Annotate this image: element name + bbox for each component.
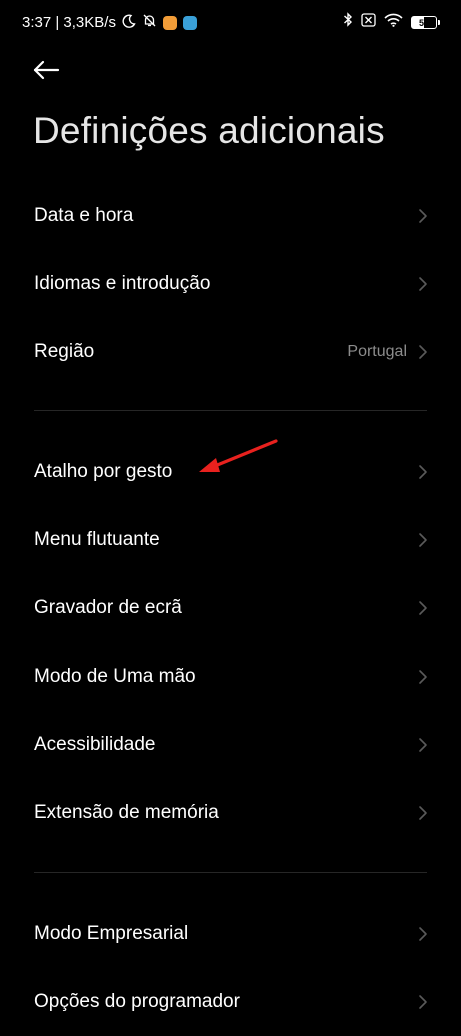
chevron-right-icon	[419, 209, 427, 223]
wifi-icon	[384, 13, 403, 32]
settings-item-value: Portugal	[347, 343, 407, 360]
settings-item-label: Idiomas e introdução	[34, 273, 211, 294]
no-sim-icon	[361, 12, 376, 32]
settings-item-label: Data e hora	[34, 205, 134, 226]
status-bar: 3:37 | 3,3KB/s 51	[0, 0, 461, 46]
settings-item-label: Atalho por gesto	[34, 461, 173, 482]
settings-item-label: Menu flutuante	[34, 529, 160, 550]
settings-item-label: Região	[34, 341, 95, 362]
chevron-right-icon	[419, 533, 427, 547]
settings-item-label: Modo Empresarial	[34, 923, 189, 944]
app-notification-icon	[162, 15, 177, 30]
chevron-right-icon	[419, 927, 427, 941]
section-divider	[34, 410, 427, 411]
chevron-right-icon	[419, 465, 427, 479]
settings-item-languages-input[interactable]: Idiomas e introdução	[0, 250, 461, 318]
app-notification-icon	[182, 15, 197, 30]
settings-item-screen-recorder[interactable]: Gravador de ecrã	[0, 574, 461, 642]
chevron-right-icon	[419, 277, 427, 291]
settings-item-label: Modo de Uma mão	[34, 666, 196, 687]
settings-item-enterprise-mode[interactable]: Modo Empresarial	[0, 900, 461, 968]
page-title: Definições adicionais	[33, 110, 385, 151]
chevron-right-icon	[419, 345, 427, 359]
section-divider	[34, 872, 427, 873]
back-arrow-icon	[33, 60, 60, 80]
chevron-right-icon	[419, 738, 427, 752]
settings-item-date-time[interactable]: Data e hora	[0, 182, 461, 250]
settings-item-one-handed-mode[interactable]: Modo de Uma mão	[0, 643, 461, 711]
settings-item-region[interactable]: Região Portugal	[0, 318, 461, 386]
back-button[interactable]	[28, 54, 64, 86]
chevron-right-icon	[419, 995, 427, 1009]
settings-item-developer-options[interactable]: Opções do programador	[0, 968, 461, 1036]
chevron-right-icon	[419, 670, 427, 684]
chevron-right-icon	[419, 601, 427, 615]
settings-item-memory-extension[interactable]: Extensão de memória	[0, 779, 461, 847]
battery-level: 51	[418, 17, 429, 28]
status-left: 3:37 | 3,3KB/s	[22, 13, 197, 32]
chevron-right-icon	[419, 806, 427, 820]
battery-icon: 51	[411, 15, 440, 29]
settings-item-label: Opções do programador	[34, 991, 240, 1012]
moon-icon	[122, 14, 136, 32]
settings-item-floating-menu[interactable]: Menu flutuante	[0, 506, 461, 574]
settings-item-label: Gravador de ecrã	[34, 597, 182, 618]
status-right: 51	[343, 12, 440, 32]
settings-item-accessibility[interactable]: Acessibilidade	[0, 711, 461, 779]
bell-off-icon	[142, 13, 157, 32]
status-time-speed: 3:37 | 3,3KB/s	[22, 14, 116, 31]
settings-item-label: Acessibilidade	[34, 734, 156, 755]
settings-item-label: Extensão de memória	[34, 802, 219, 823]
bluetooth-icon	[343, 12, 353, 32]
annotation-arrow-icon	[199, 439, 278, 472]
